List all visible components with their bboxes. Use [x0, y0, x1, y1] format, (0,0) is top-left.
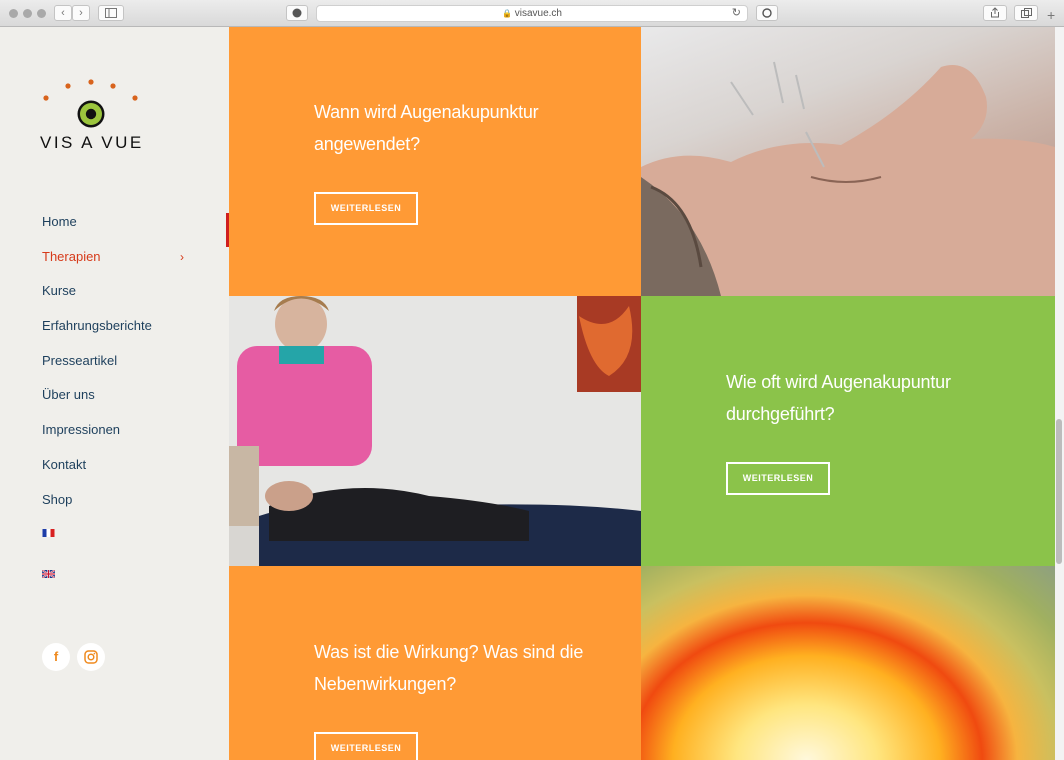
forward-button[interactable]: › — [72, 5, 90, 21]
reload-icon[interactable]: ↻ — [732, 6, 741, 21]
language-english[interactable] — [42, 569, 202, 605]
site-sidebar: VIS A VUE Home Therapien › Kurse Erfahru… — [0, 27, 229, 760]
nav-item-shop[interactable]: Shop — [42, 489, 202, 524]
treatment-photo — [229, 296, 641, 566]
page-scrollbar-track[interactable] — [1055, 27, 1064, 760]
shield-icon — [292, 8, 302, 18]
page-scrollbar-thumb[interactable] — [1056, 419, 1062, 564]
tile-wirkung: Was ist die Wirkung? Was sind die Nebenw… — [229, 566, 641, 760]
tabs-icon — [1020, 8, 1032, 18]
nav-item-ueber-uns[interactable]: Über uns — [42, 384, 202, 419]
logo-wordmark: VIS A VUE — [40, 133, 144, 152]
nav-item-erfahrungsberichte[interactable]: Erfahrungsberichte — [42, 315, 202, 350]
sidebar-toggle-button[interactable] — [98, 5, 124, 21]
read-more-button[interactable]: WEITERLESEN — [726, 462, 830, 495]
minimize-window-button[interactable] — [23, 9, 32, 18]
nav-item-home[interactable]: Home — [42, 211, 202, 246]
nav-item-presseartikel[interactable]: Presseartikel — [42, 350, 202, 385]
new-tab-button[interactable]: + — [1047, 7, 1055, 23]
uk-flag-icon — [42, 569, 55, 578]
share-button[interactable] — [983, 5, 1007, 21]
acupuncture-face-photo — [641, 27, 1055, 296]
url-text: visavue.ch — [514, 8, 562, 19]
privacy-report-button[interactable] — [286, 5, 308, 21]
reader-button[interactable] — [756, 5, 778, 21]
sidebar-toggle-icon — [105, 8, 117, 18]
tile-heading: Wann wird Augenakupunktur angewendet? — [314, 102, 539, 154]
read-more-button[interactable]: WEITERLESEN — [314, 732, 418, 760]
nav-item-impressionen[interactable]: Impressionen — [42, 419, 202, 454]
tile-heading: Was ist die Wirkung? Was sind die Nebenw… — [314, 642, 584, 694]
face-illustration — [641, 61, 1055, 296]
abstract-painting-photo — [641, 566, 1055, 760]
nav-item-kurse[interactable]: Kurse — [42, 280, 202, 315]
tile-anwendung: Wann wird Augenakupunktur angewendet? WE… — [229, 27, 641, 296]
tabs-button[interactable] — [1014, 5, 1038, 21]
chevron-right-icon: › — [180, 249, 184, 264]
tile-heading: Wie oft wird Augenakupuntur durchgeführt… — [726, 372, 951, 424]
instagram-link[interactable] — [77, 643, 105, 671]
nav-item-label: Therapien — [42, 248, 101, 264]
site-logo[interactable]: VIS A VUE — [40, 79, 150, 159]
lock-icon: 🔒 — [502, 9, 512, 18]
read-more-button[interactable]: WEITERLESEN — [314, 192, 418, 225]
browser-toolbar: ‹ › 🔒 visavue.ch ↻ + — [0, 0, 1064, 27]
facebook-icon: f — [53, 649, 59, 664]
language-french[interactable] — [42, 529, 202, 564]
share-icon — [991, 7, 999, 18]
french-flag-icon — [42, 529, 55, 538]
eye-logo-icon — [43, 79, 138, 128]
tile-haeufigkeit: Wie oft wird Augenakupuntur durchgeführt… — [641, 296, 1055, 566]
treatment-illustration — [229, 296, 641, 566]
back-button[interactable]: ‹ — [54, 5, 72, 21]
address-bar[interactable]: 🔒 visavue.ch ↻ — [316, 5, 748, 22]
close-window-button[interactable] — [9, 9, 18, 18]
nav-item-kontakt[interactable]: Kontakt — [42, 454, 202, 489]
instagram-icon — [84, 650, 98, 664]
main-navigation: Home Therapien › Kurse Erfahrungsbericht… — [42, 211, 202, 605]
reader-icon — [762, 8, 772, 18]
facebook-link[interactable]: f — [42, 643, 70, 671]
nav-item-therapien[interactable]: Therapien › — [42, 246, 202, 281]
maximize-window-button[interactable] — [37, 9, 46, 18]
